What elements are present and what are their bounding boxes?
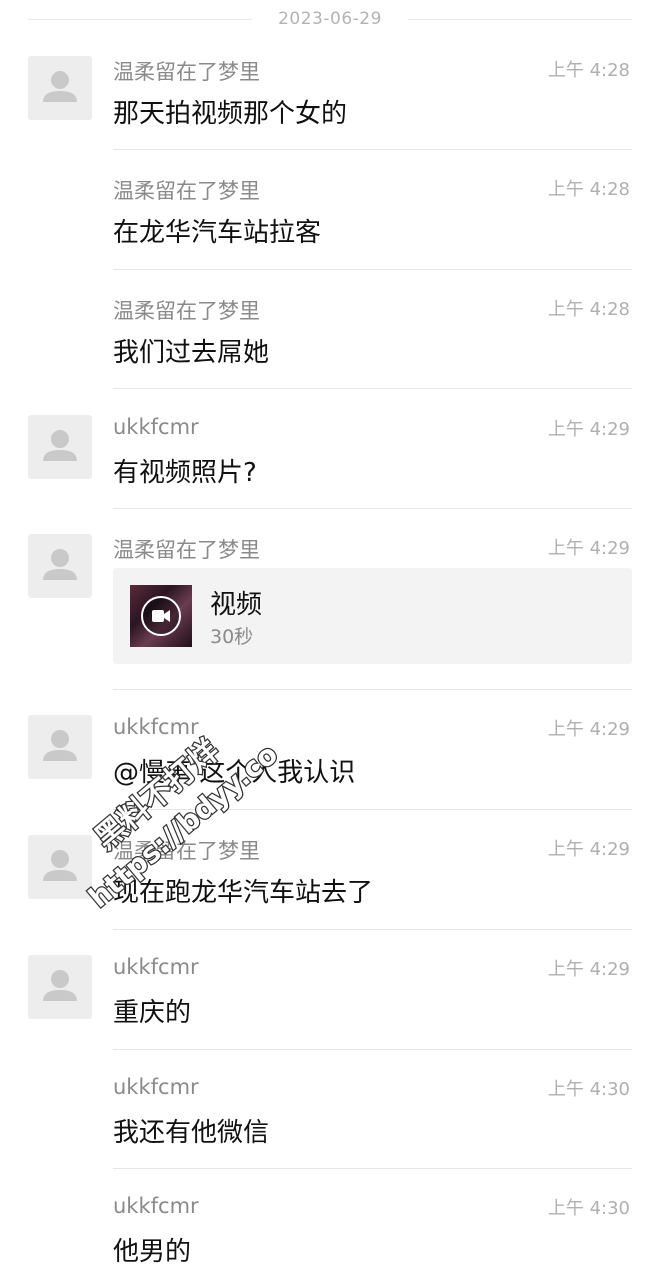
default-user-icon	[43, 850, 77, 881]
sender-name: 温柔留在了梦里	[113, 839, 260, 863]
sender-name: ukkfcmr	[113, 415, 199, 439]
video-duration: 30秒	[210, 626, 254, 648]
message-divider	[113, 388, 632, 389]
message-time: 上午 4:28	[547, 299, 630, 320]
message-time: 上午 4:29	[547, 719, 630, 740]
avatar[interactable]	[28, 955, 92, 1019]
message-text: 现在跑龙华汽车站去了	[113, 878, 374, 908]
message-time: 上午 4:30	[547, 1079, 630, 1100]
message-divider	[113, 269, 632, 270]
message-time: 上午 4:30	[547, 1198, 630, 1219]
message-text: 重庆的	[113, 998, 192, 1028]
date-label: 2023-06-29	[278, 9, 382, 29]
message-time: 上午 4:28	[547, 179, 630, 200]
date-separator-line-left	[28, 18, 253, 20]
message-divider	[113, 508, 632, 509]
date-separator-line-right	[407, 18, 633, 20]
message-divider	[113, 809, 632, 810]
message-divider	[113, 689, 632, 690]
message-time: 上午 4:28	[547, 60, 630, 81]
message-text: 在龙华汽车站拉客	[113, 218, 322, 248]
message-text: 有视频照片?	[113, 458, 257, 488]
message-text: 他男的	[113, 1237, 192, 1267]
sender-name: ukkfcmr	[113, 715, 199, 739]
message-text: @慢車 这个人我认识	[113, 758, 356, 788]
default-user-icon	[43, 430, 77, 461]
default-user-icon	[43, 730, 77, 761]
date-separator: 2023-06-29	[28, 0, 633, 38]
avatar[interactable]	[28, 715, 92, 779]
avatar[interactable]	[28, 415, 92, 479]
sender-name: 温柔留在了梦里	[113, 179, 260, 203]
video-message-card[interactable]: 视频 30秒	[113, 568, 632, 664]
default-user-icon	[43, 71, 77, 102]
message-divider	[113, 1049, 632, 1050]
message-divider	[113, 929, 632, 930]
sender-name: 温柔留在了梦里	[113, 299, 260, 323]
video-thumbnail[interactable]	[130, 585, 192, 647]
sender-name: ukkfcmr	[113, 1194, 199, 1218]
avatar[interactable]	[28, 534, 92, 598]
avatar[interactable]	[28, 56, 92, 120]
video-camera-icon	[141, 596, 181, 636]
message-text: 那天拍视频那个女的	[113, 99, 348, 129]
default-user-icon	[43, 970, 77, 1001]
message-text: 我们过去屌她	[113, 338, 270, 368]
message-time: 上午 4:29	[547, 419, 630, 440]
sender-name: 温柔留在了梦里	[113, 538, 260, 562]
sender-name: ukkfcmr	[113, 955, 199, 979]
default-user-icon	[43, 549, 77, 580]
video-title: 视频	[210, 590, 263, 620]
avatar[interactable]	[28, 835, 92, 899]
sender-name: ukkfcmr	[113, 1075, 199, 1099]
message-divider	[113, 1168, 632, 1169]
message-time: 上午 4:29	[547, 538, 630, 559]
message-text: 我还有他微信	[113, 1118, 270, 1148]
message-time: 上午 4:29	[547, 959, 630, 980]
message-time: 上午 4:29	[547, 839, 630, 860]
message-divider	[113, 149, 632, 150]
sender-name: 温柔留在了梦里	[113, 60, 260, 84]
